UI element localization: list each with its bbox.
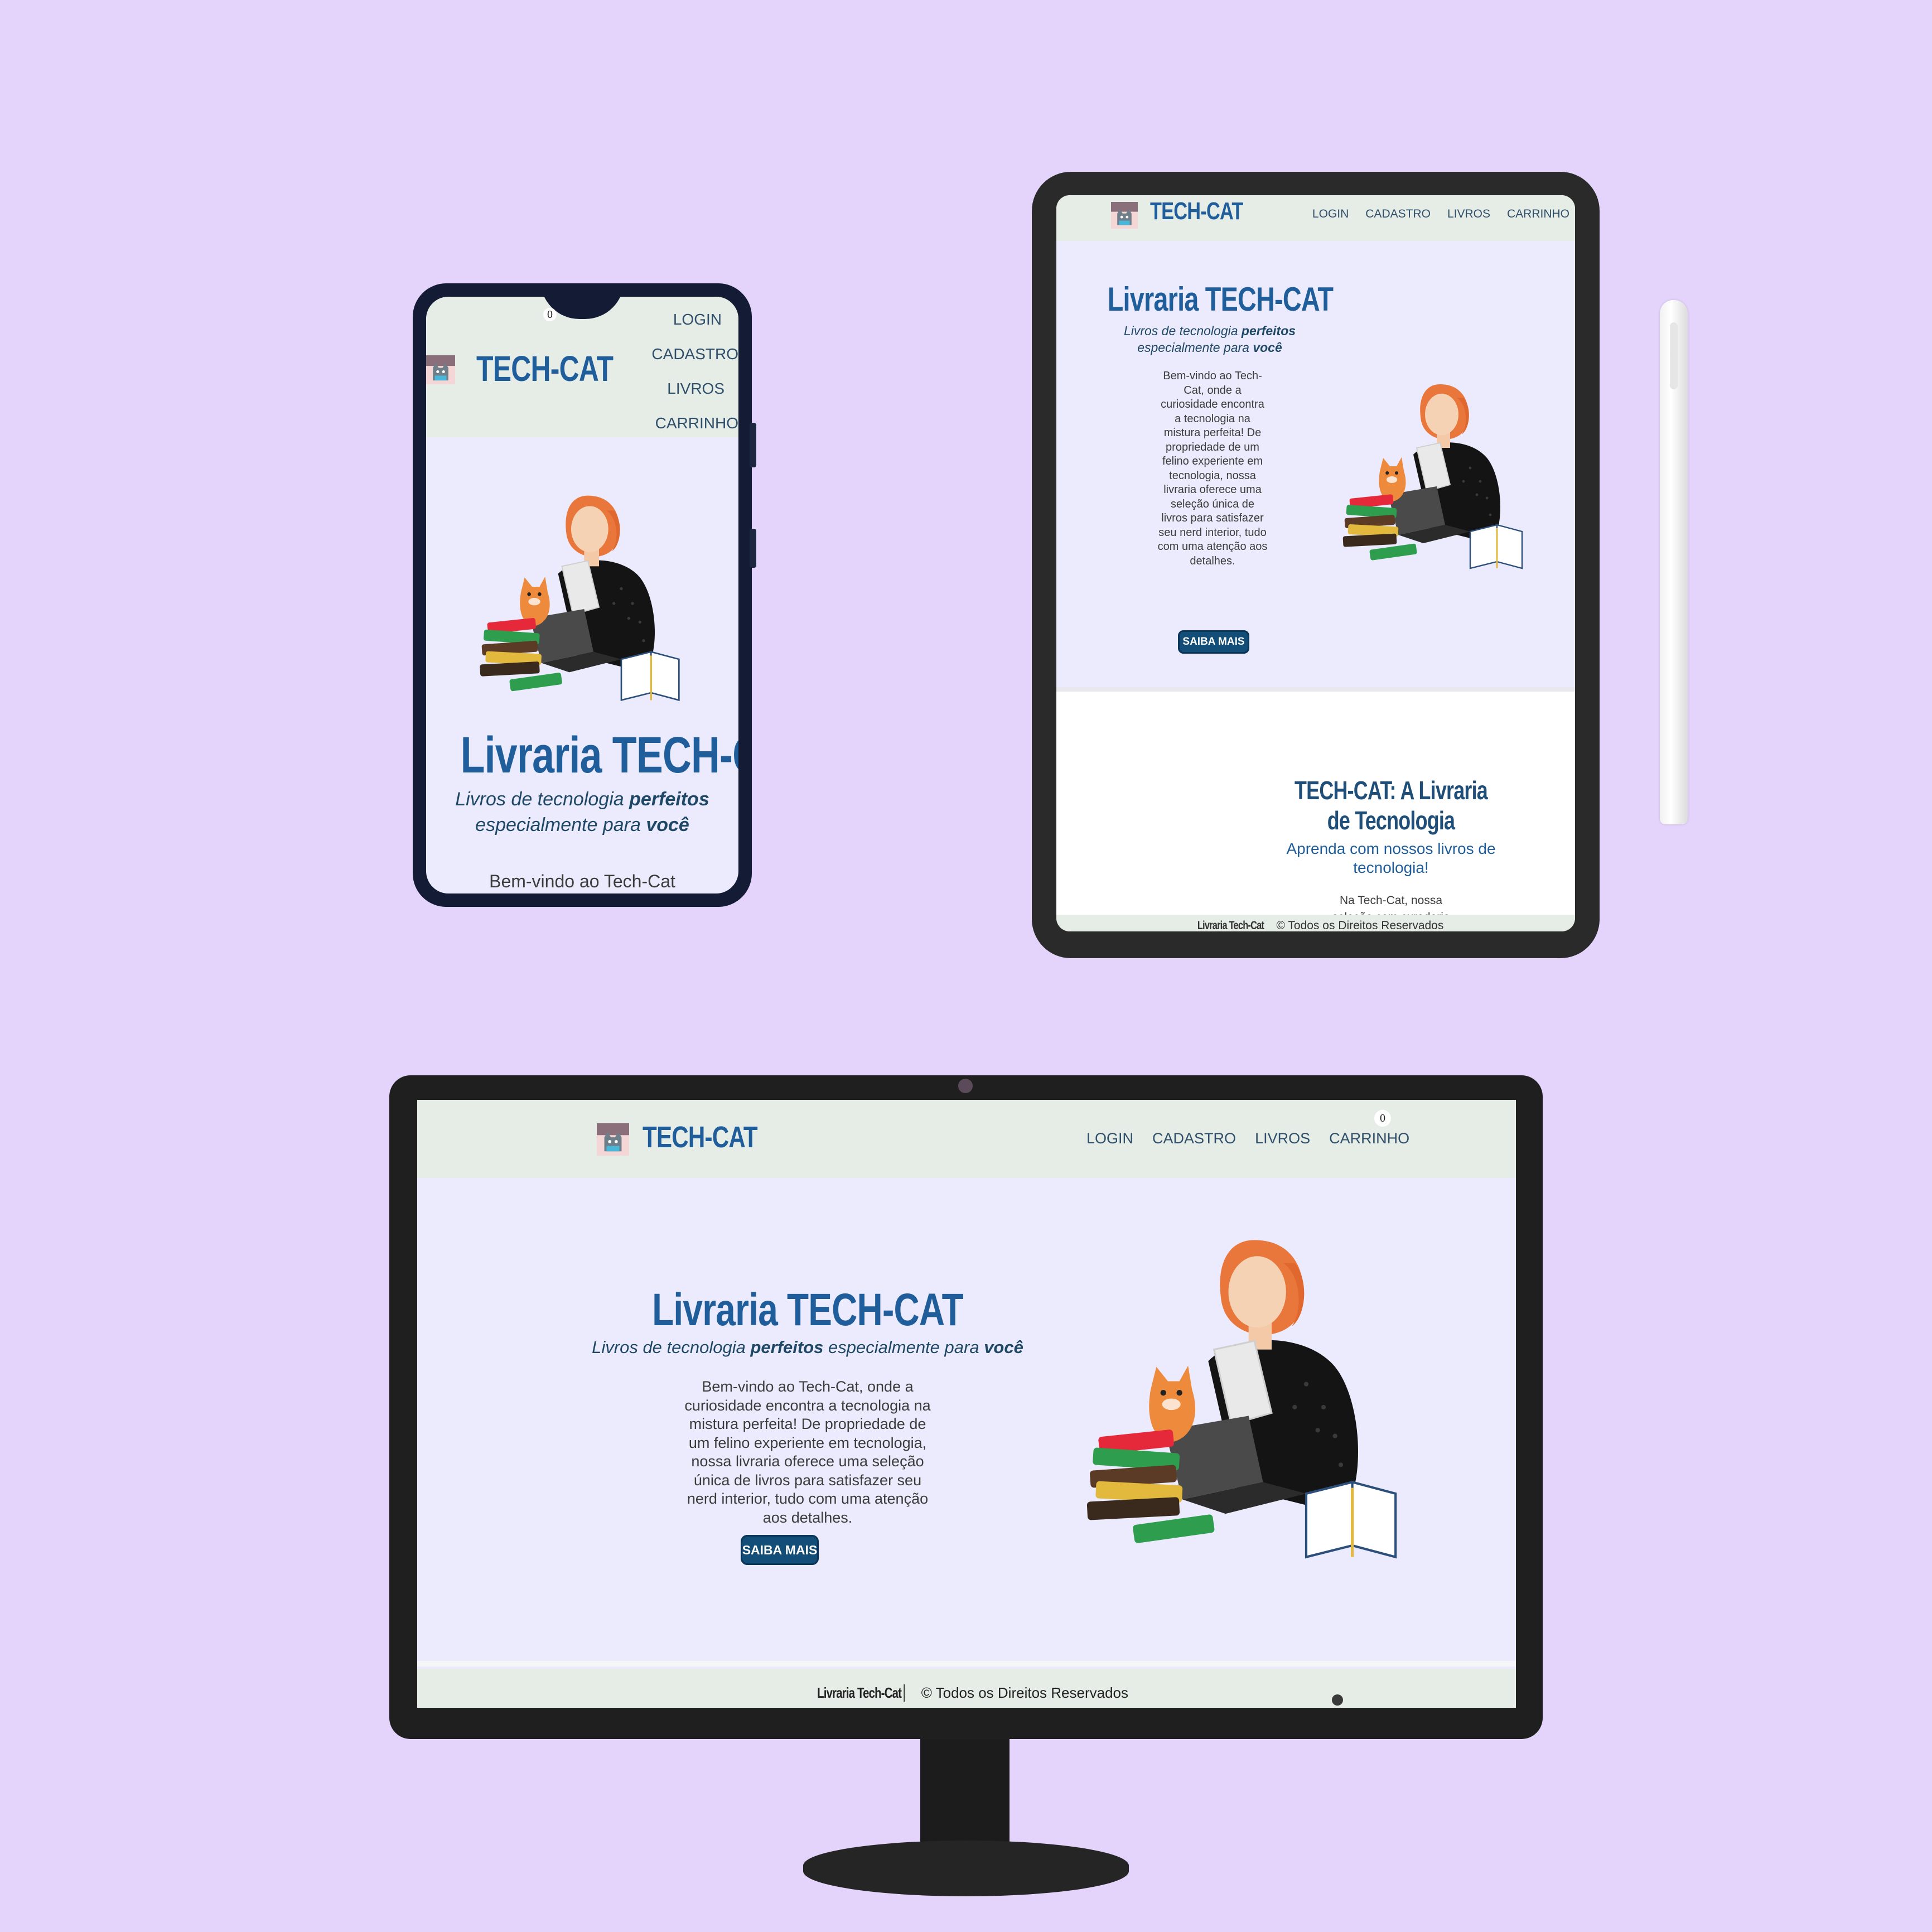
nav-login[interactable]: LOGIN: [644, 302, 738, 337]
footer-text-row: Livraria Tech-Cat © Todos os Direitos Re…: [1056, 919, 1575, 931]
subtitle-part: especialmente para: [823, 1337, 984, 1357]
subtitle-emphasis: perfeitos: [629, 789, 709, 810]
saiba-mais-button[interactable]: SAIBA MAIS: [741, 1535, 819, 1565]
monitor-screen: 0 TECH-CAT LOGIN CADASTRO LIVROS CARRINH…: [417, 1100, 1516, 1708]
nav-menu: LOGIN CADASTRO LIVROS CARRINHO: [644, 302, 738, 441]
hero-subtitle: Livros de tecnologia perfeitos especialm…: [437, 786, 727, 838]
subtitle-part: Livros de tecnologia: [1123, 323, 1242, 338]
power-led-icon: [1332, 1694, 1343, 1706]
nav-carrinho[interactable]: CARRINHO: [1507, 207, 1569, 221]
cart-badge: 0: [543, 308, 557, 321]
subtitle-emphasis: você: [1253, 340, 1282, 355]
cat-logo-icon: [597, 1123, 629, 1156]
hero-body: Bem-vindo ao Tech-Cat, onde a curiosidad…: [1157, 370, 1268, 567]
subtitle-part: Livros de tecnologia: [455, 789, 630, 810]
nav-carrinho[interactable]: CARRINHO: [1329, 1130, 1409, 1147]
hero-subtitle: Livros de tecnologia perfeitos especialm…: [1109, 322, 1310, 356]
section-title: TECH-CAT: A Livraria de Tecnologia: [1295, 776, 1488, 835]
nav-cadastro[interactable]: CADASTRO: [1152, 1130, 1236, 1147]
nav-livros[interactable]: LIVROS: [1447, 207, 1490, 221]
brand-name: TECH-CAT: [476, 349, 614, 389]
nav-login[interactable]: LOGIN: [1086, 1130, 1133, 1147]
hero-title: Livraria TECH-CAT: [460, 727, 738, 784]
subtitle-part: especialmente para: [475, 814, 646, 835]
monitor-base: [803, 1841, 1129, 1896]
reader-illustration: [1064, 1217, 1410, 1563]
subtitle-emphasis: você: [646, 814, 689, 835]
hero-title: Livraria TECH-CAT: [1107, 281, 1334, 318]
subtitle-emphasis: perfeitos: [1241, 323, 1296, 338]
brand-name: TECH-CAT: [1150, 197, 1243, 225]
cat-logo-icon: [426, 350, 455, 389]
subtitle-part: Livros de tecnologia: [592, 1337, 751, 1357]
stylus-clip: [1670, 322, 1678, 389]
footer-copyright: © Todos os Direitos Reservados: [921, 1684, 1128, 1701]
saiba-mais-button[interactable]: SAIBA MAIS: [1178, 630, 1249, 654]
phone-side-button: [750, 529, 756, 568]
nav-carrinho[interactable]: CARRINHO: [644, 406, 738, 441]
nav-login[interactable]: LOGIN: [1312, 207, 1349, 221]
nav-menu: LOGIN CADASTRO LIVROS CARRINHO: [1312, 207, 1569, 221]
nav-cadastro[interactable]: CADASTRO: [644, 337, 738, 371]
hero-body-peek: Bem-vindo ao Tech-Cat: [489, 871, 675, 891]
reader-illustration: [465, 481, 688, 704]
cat-logo-icon: [1111, 202, 1138, 229]
section-divider: [417, 1661, 1516, 1667]
subtitle-emphasis: perfeitos: [750, 1337, 824, 1357]
nav-livros[interactable]: LIVROS: [1255, 1130, 1310, 1147]
reader-illustration: [1330, 371, 1530, 572]
nav-livros[interactable]: LIVROS: [644, 371, 738, 406]
hero-subtitle: Livros de tecnologia perfeitos especialm…: [529, 1337, 1086, 1358]
nav-menu: LOGIN CADASTRO LIVROS CARRINHO: [1086, 1130, 1409, 1147]
tablet-device: TECH-CAT LOGIN CADASTRO LIVROS CARRINHO …: [1032, 172, 1600, 958]
phone-screen: 0 TECH-CAT LOGIN CADASTRO LIVROS CARRINH…: [426, 297, 738, 893]
footer-brand: Livraria Tech-Cat: [1197, 919, 1264, 931]
brand-name: TECH-CAT: [643, 1120, 758, 1154]
footer-text-row: Livraria Tech-Cat © Todos os Direitos Re…: [417, 1684, 1516, 1702]
subtitle-emphasis: você: [984, 1337, 1023, 1357]
nav-cadastro[interactable]: CADASTRO: [1365, 207, 1431, 221]
monitor-neck: [920, 1729, 1010, 1852]
phone-side-button: [750, 423, 756, 467]
phone-device: 0 TECH-CAT LOGIN CADASTRO LIVROS CARRINH…: [413, 283, 756, 907]
stylus-icon: [1660, 300, 1688, 824]
camera-icon: [958, 1079, 973, 1093]
tablet-screen: TECH-CAT LOGIN CADASTRO LIVROS CARRINHO …: [1056, 195, 1575, 931]
subtitle-part: especialmente para: [1137, 340, 1253, 355]
section-subtitle: Aprenda com nossos livros de tecnologia!: [1286, 840, 1496, 876]
hero-title: Livraria TECH-CAT: [652, 1284, 964, 1335]
monitor-device: 0 TECH-CAT LOGIN CADASTRO LIVROS CARRINH…: [389, 1075, 1543, 1739]
footer-copyright: © Todos os Direitos Reservados: [1276, 919, 1444, 931]
hero-body: Bem-vindo ao Tech-Cat, onde a curiosidad…: [684, 1378, 931, 1526]
footer-brand: Livraria Tech-Cat: [817, 1684, 905, 1702]
cart-badge: 0: [1374, 1110, 1391, 1127]
section-divider: [1056, 687, 1575, 692]
